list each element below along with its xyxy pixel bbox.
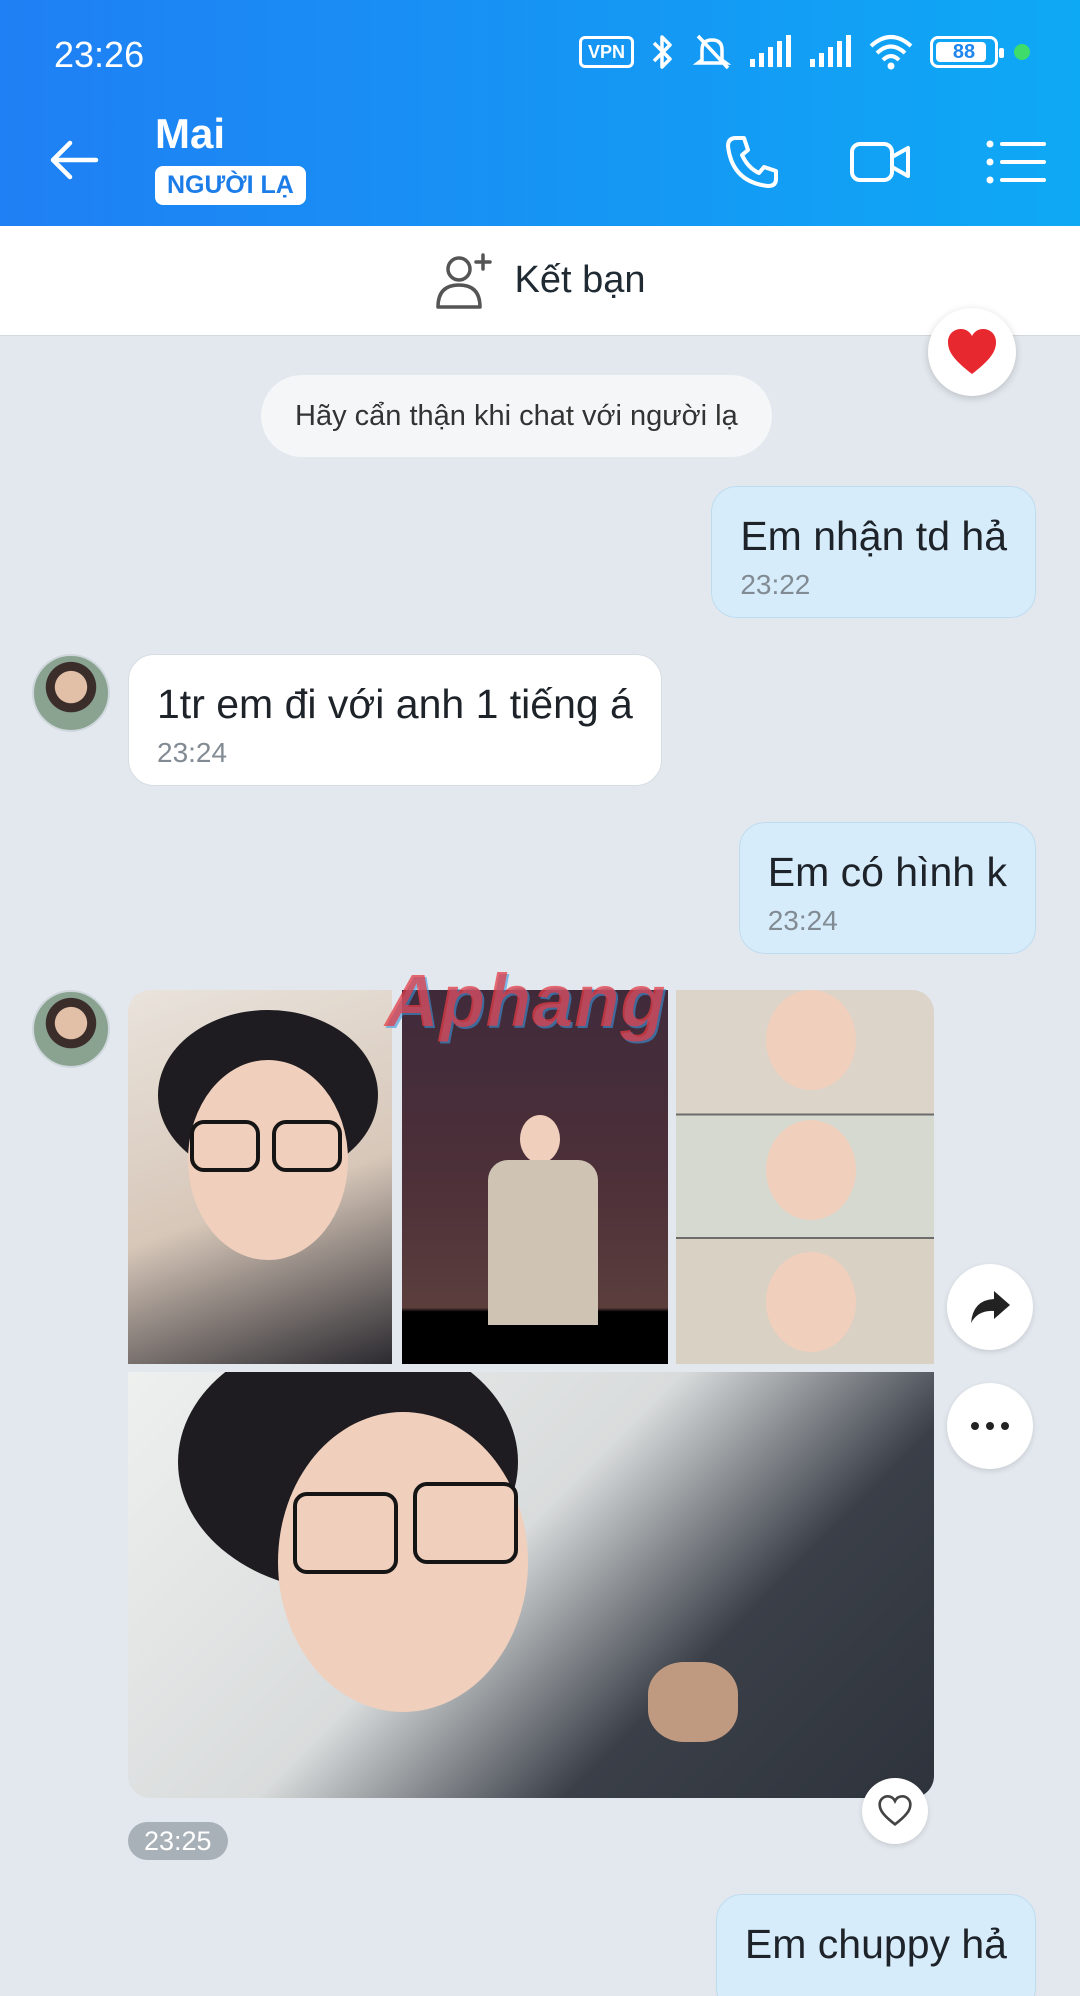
battery-icon: 88 [930,36,1004,68]
stranger-badge: NGƯỜI LẠ [155,166,306,205]
like-button[interactable] [862,1778,928,1844]
add-person-icon [435,252,492,309]
message-time: 23:24 [157,737,228,768]
message-bubble-outgoing[interactable]: Em chuppy hả [715,1894,1036,1996]
signal-icon [810,35,851,67]
status-time: 23:26 [54,34,145,75]
add-friend-button[interactable]: Kết bạn [0,226,1080,336]
watermark: Aphang [385,959,667,1042]
bluetooth-icon [652,35,672,69]
more-dots-icon [971,1422,1009,1430]
message-time: 23:25 [128,1822,228,1860]
photo-thumbnail[interactable] [676,990,934,1364]
back-arrow-icon[interactable] [44,130,104,190]
message-text: 1tr em đi với anh 1 tiếng á [157,681,633,727]
share-arrow-icon [971,1291,1010,1323]
status-icons: VPN 88 [578,32,1030,72]
vpn-icon: VPN [578,36,634,68]
phone-icon[interactable] [720,130,784,194]
chat-header: 23:26 VPN 88 Mai NGƯỜI LẠ [0,0,1080,226]
message-bubble-incoming[interactable]: 1tr em đi với anh 1 tiếng á 23:24 [128,654,662,786]
heart-outline-icon [878,1795,912,1827]
mute-icon [692,34,732,70]
contact-name[interactable]: Mai [155,110,225,158]
more-options-button[interactable] [947,1383,1033,1469]
message-bubble-outgoing[interactable]: Em nhận td hả 23:22 [711,486,1036,618]
share-button[interactable] [947,1264,1033,1350]
message-time: 23:24 [767,905,838,936]
message-text: Em chuppy hả [744,1921,1007,1967]
stranger-warning-note: Hãy cẩn thận khi chat với người lạ [261,375,772,457]
status-dot [1014,44,1030,60]
menu-list-icon[interactable] [984,130,1048,194]
message-time: 23:22 [740,569,811,600]
message-bubble-outgoing[interactable]: Em có hình k 23:24 [738,822,1036,954]
photo-large[interactable] [128,1372,934,1798]
signal-icon [750,35,791,67]
avatar[interactable] [32,990,110,1068]
add-friend-label: Kết bạn [514,259,646,301]
avatar[interactable] [32,654,110,732]
video-camera-icon[interactable] [848,130,912,194]
message-text: Em có hình k [767,849,1007,895]
photo-collage[interactable] [128,990,934,1798]
heart-reaction-button[interactable] [928,308,1016,396]
heart-icon [948,329,996,374]
message-text: Em nhận td hả [740,513,1007,559]
wifi-icon [869,35,913,70]
photo-thumbnail[interactable] [128,990,392,1364]
photo-thumbnail[interactable] [402,990,668,1364]
